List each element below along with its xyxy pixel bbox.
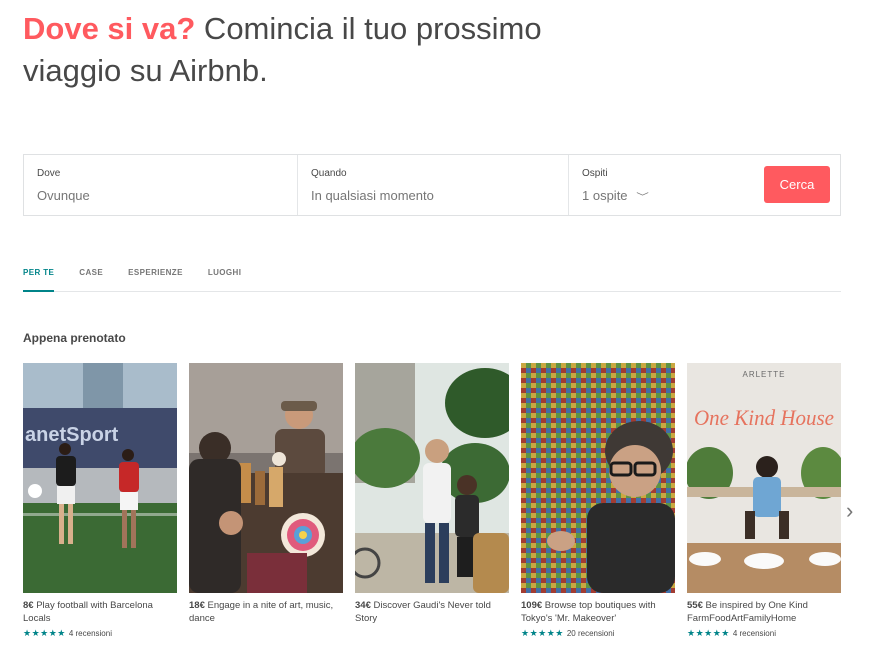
tab-luoghi[interactable]: LUOGHI: [208, 264, 242, 291]
when-field[interactable]: Quando In qualsiasi momento: [297, 155, 568, 215]
rating: ★★★★★ 4 recensioni: [23, 628, 177, 639]
experience-description[interactable]: 8€ Play football with Barcelona Locals: [23, 599, 177, 625]
hero-accent: Dove si va?: [23, 11, 196, 46]
where-label: Dove: [37, 168, 61, 179]
experience-card[interactable]: 18€ Engage in a nite of art, music, danc…: [189, 363, 343, 639]
experience-description[interactable]: 55€ Be inspired by One Kind FarmFoodArtF…: [687, 599, 841, 625]
price: 8€: [23, 600, 34, 611]
chevron-right-icon[interactable]: ›: [846, 498, 853, 524]
experience-photo[interactable]: anetSport: [23, 363, 177, 593]
banner-text: anetSport: [25, 424, 119, 446]
tab-esperienze[interactable]: ESPERIENZE: [128, 264, 183, 291]
experience-carousel: anetSport 8€ Play football with Barcelon…: [23, 363, 841, 639]
price: 55€: [687, 600, 703, 611]
rating: ★★★★★ 4 recensioni: [687, 628, 841, 639]
price: 34€: [355, 600, 371, 611]
search-bar: Dove Ovunque Quando In qualsiasi momento…: [23, 154, 841, 216]
experience-description[interactable]: 109€ Browse top boutiques with Tokyo's '…: [521, 599, 675, 625]
experience-title: Discover Gaudi's Never told Story: [355, 600, 491, 624]
when-label: Quando: [311, 168, 347, 179]
experience-description[interactable]: 18€ Engage in a nite of art, music, danc…: [189, 599, 343, 625]
review-count: 20 recensioni: [566, 629, 615, 638]
experience-card[interactable]: anetSport 8€ Play football with Barcelon…: [23, 363, 177, 639]
experience-photo[interactable]: [355, 363, 509, 593]
experience-card[interactable]: 109€ Browse top boutiques with Tokyo's '…: [521, 363, 675, 639]
experience-card[interactable]: 34€ Discover Gaudi's Never told Story: [355, 363, 509, 639]
section-title: Appena prenotato: [23, 331, 126, 345]
star-icon: ★★★★★: [687, 628, 730, 638]
one-kind-house-text: One Kind House: [694, 405, 834, 430]
price: 18€: [189, 600, 205, 611]
price: 109€: [521, 600, 543, 611]
arlette-text: ARLETTE: [742, 370, 785, 379]
guests-value: 1 ospite: [582, 188, 628, 203]
where-input[interactable]: Ovunque: [37, 188, 284, 203]
rating: ★★★★★ 20 recensioni: [521, 628, 675, 639]
experience-title: Browse top boutiques with Tokyo's 'Mr. M…: [521, 600, 656, 624]
experience-title: Play football with Barcelona Locals: [23, 600, 153, 624]
guests-field[interactable]: Ospiti 1 ospite ﹀ Cerca: [568, 155, 840, 215]
when-input[interactable]: In qualsiasi momento: [311, 188, 555, 203]
search-button[interactable]: Cerca: [764, 166, 830, 203]
category-tabs: PER TE CASE ESPERIENZE LUOGHI: [23, 264, 841, 292]
star-icon: ★★★★★: [23, 628, 66, 638]
experience-title: Be inspired by One Kind FarmFoodArtFamil…: [687, 600, 808, 624]
chevron-down-icon[interactable]: ﹀: [636, 190, 649, 203]
hero-heading: Dove si va? Comincia il tuo prossimo via…: [23, 8, 583, 92]
experience-photo[interactable]: [521, 363, 675, 593]
experience-description[interactable]: 34€ Discover Gaudi's Never told Story: [355, 599, 509, 625]
review-count: 4 recensioni: [732, 629, 776, 638]
where-field[interactable]: Dove Ovunque: [24, 155, 297, 215]
experience-card[interactable]: ARLETTE One Kind House 55€ Be inspired b…: [687, 363, 841, 639]
tab-case[interactable]: CASE: [79, 264, 103, 291]
star-icon: ★★★★★: [521, 628, 564, 638]
review-count: 4 recensioni: [68, 629, 112, 638]
experience-photo[interactable]: ARLETTE One Kind House: [687, 363, 841, 593]
tab-per-te[interactable]: PER TE: [23, 264, 55, 292]
experience-title: Engage in a nite of art, music, dance: [189, 600, 334, 624]
experience-photo[interactable]: [189, 363, 343, 593]
